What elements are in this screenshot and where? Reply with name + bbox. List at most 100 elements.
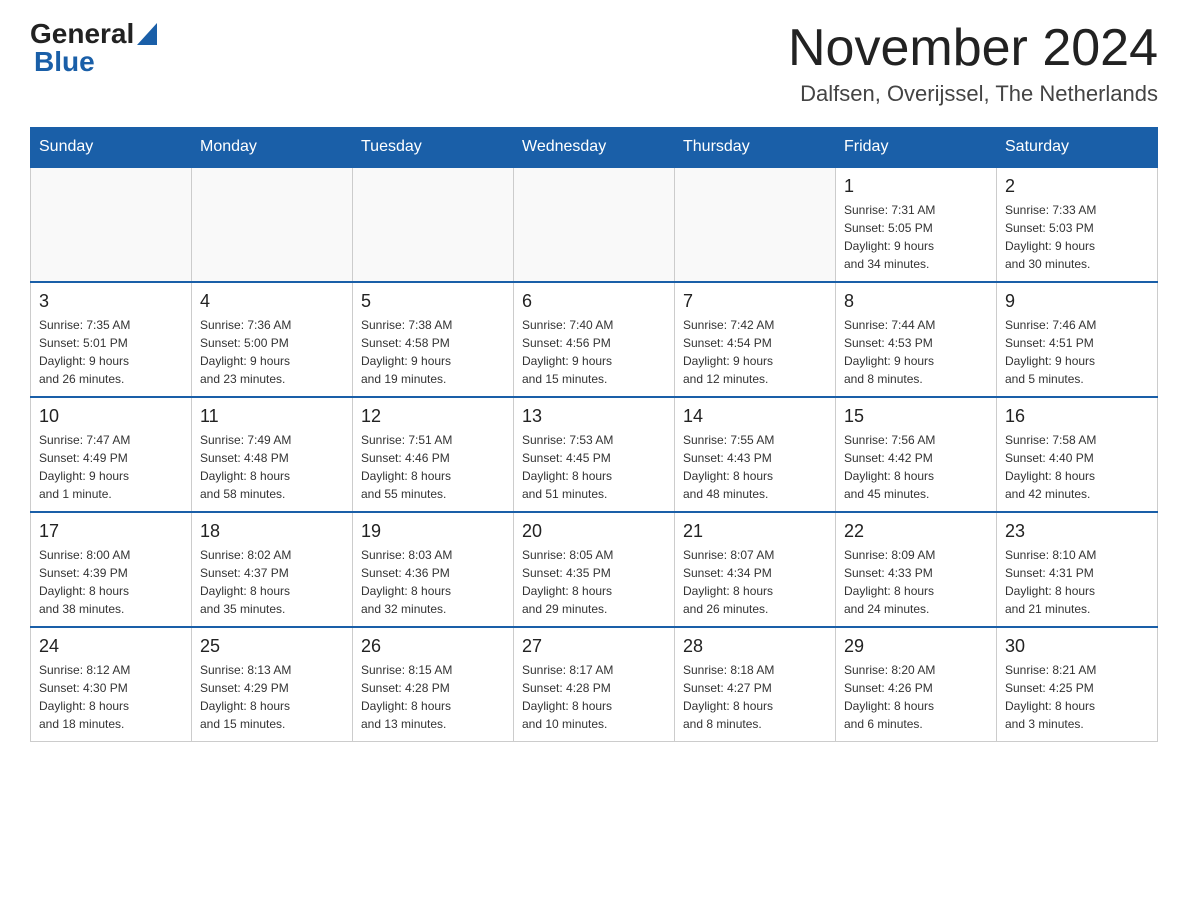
day-info: Sunrise: 7:31 AMSunset: 5:05 PMDaylight:… <box>844 201 988 273</box>
day-number: 21 <box>683 521 827 542</box>
calendar-day-header: Sunday <box>31 128 192 168</box>
day-info: Sunrise: 8:03 AMSunset: 4:36 PMDaylight:… <box>361 546 505 618</box>
day-info: Sunrise: 7:38 AMSunset: 4:58 PMDaylight:… <box>361 316 505 388</box>
calendar-cell: 17 Sunrise: 8:00 AMSunset: 4:39 PMDayligh… <box>31 512 192 627</box>
calendar-cell: 15 Sunrise: 7:56 AMSunset: 4:42 PMDayligh… <box>836 397 997 512</box>
day-info: Sunrise: 7:58 AMSunset: 4:40 PMDaylight:… <box>1005 431 1149 503</box>
calendar-cell: 27 Sunrise: 8:17 AMSunset: 4:28 PMDayligh… <box>514 627 675 742</box>
week-row: 3 Sunrise: 7:35 AMSunset: 5:01 PMDaylight… <box>31 282 1158 397</box>
day-number: 19 <box>361 521 505 542</box>
week-row: 17 Sunrise: 8:00 AMSunset: 4:39 PMDayligh… <box>31 512 1158 627</box>
calendar-cell: 7Sunrise: 7:42 AMSunset: 4:54 PMDaylight… <box>675 282 836 397</box>
day-number: 7 <box>683 291 827 312</box>
calendar-cell: 25 Sunrise: 8:13 AMSunset: 4:29 PMDayligh… <box>192 627 353 742</box>
day-number: 12 <box>361 406 505 427</box>
day-number: 27 <box>522 636 666 657</box>
day-number: 25 <box>200 636 344 657</box>
day-info: Sunrise: 7:49 AMSunset: 4:48 PMDaylight:… <box>200 431 344 503</box>
week-row: 10 Sunrise: 7:47 AMSunset: 4:49 PMDayligh… <box>31 397 1158 512</box>
day-number: 29 <box>844 636 988 657</box>
day-number: 5 <box>361 291 505 312</box>
calendar-cell: 22Sunrise: 8:09 AMSunset: 4:33 PMDayligh… <box>836 512 997 627</box>
calendar-cell: 10 Sunrise: 7:47 AMSunset: 4:49 PMDayligh… <box>31 397 192 512</box>
day-number: 10 <box>39 406 183 427</box>
day-info: Sunrise: 8:12 AMSunset: 4:30 PMDaylight:… <box>39 661 183 733</box>
day-info: Sunrise: 7:36 AMSunset: 5:00 PMDaylight:… <box>200 316 344 388</box>
day-info: Sunrise: 8:13 AMSunset: 4:29 PMDaylight:… <box>200 661 344 733</box>
day-info: Sunrise: 8:02 AMSunset: 4:37 PMDaylight:… <box>200 546 344 618</box>
day-info: Sunrise: 8:21 AMSunset: 4:25 PMDaylight:… <box>1005 661 1149 733</box>
day-info: Sunrise: 7:51 AMSunset: 4:46 PMDaylight:… <box>361 431 505 503</box>
calendar-cell: 14 Sunrise: 7:55 AMSunset: 4:43 PMDayligh… <box>675 397 836 512</box>
calendar-cell: 11 Sunrise: 7:49 AMSunset: 4:48 PMDayligh… <box>192 397 353 512</box>
calendar-day-header: Friday <box>836 128 997 168</box>
day-info: Sunrise: 7:47 AMSunset: 4:49 PMDaylight:… <box>39 431 183 503</box>
day-number: 1 <box>844 176 988 197</box>
calendar-header-row: SundayMondayTuesdayWednesdayThursdayFrid… <box>31 128 1158 168</box>
day-number: 3 <box>39 291 183 312</box>
day-number: 11 <box>200 406 344 427</box>
day-info: Sunrise: 8:07 AMSunset: 4:34 PMDaylight:… <box>683 546 827 618</box>
week-row: 1 Sunrise: 7:31 AMSunset: 5:05 PMDaylight… <box>31 167 1158 282</box>
calendar-cell: 12 Sunrise: 7:51 AMSunset: 4:46 PMDayligh… <box>353 397 514 512</box>
day-info: Sunrise: 8:00 AMSunset: 4:39 PMDaylight:… <box>39 546 183 618</box>
calendar-cell: 4 Sunrise: 7:36 AMSunset: 5:00 PMDaylight… <box>192 282 353 397</box>
day-info: Sunrise: 7:46 AMSunset: 4:51 PMDaylight:… <box>1005 316 1149 388</box>
day-info: Sunrise: 7:55 AMSunset: 4:43 PMDaylight:… <box>683 431 827 503</box>
calendar-cell: 30 Sunrise: 8:21 AMSunset: 4:25 PMDayligh… <box>997 627 1158 742</box>
calendar-cell: 3 Sunrise: 7:35 AMSunset: 5:01 PMDaylight… <box>31 282 192 397</box>
logo-general-text: General <box>30 20 134 48</box>
calendar-cell: 9 Sunrise: 7:46 AMSunset: 4:51 PMDaylight… <box>997 282 1158 397</box>
day-info: Sunrise: 7:56 AMSunset: 4:42 PMDaylight:… <box>844 431 988 503</box>
day-info: Sunrise: 8:20 AMSunset: 4:26 PMDaylight:… <box>844 661 988 733</box>
day-number: 14 <box>683 406 827 427</box>
day-info: Sunrise: 7:53 AMSunset: 4:45 PMDaylight:… <box>522 431 666 503</box>
calendar-cell: 18 Sunrise: 8:02 AMSunset: 4:37 PMDayligh… <box>192 512 353 627</box>
day-number: 18 <box>200 521 344 542</box>
calendar-cell: 16 Sunrise: 7:58 AMSunset: 4:40 PMDayligh… <box>997 397 1158 512</box>
calendar-cell: 1 Sunrise: 7:31 AMSunset: 5:05 PMDaylight… <box>836 167 997 282</box>
day-info: Sunrise: 8:15 AMSunset: 4:28 PMDaylight:… <box>361 661 505 733</box>
calendar-day-header: Monday <box>192 128 353 168</box>
calendar-cell: 26Sunrise: 8:15 AMSunset: 4:28 PMDayligh… <box>353 627 514 742</box>
day-number: 20 <box>522 521 666 542</box>
day-info: Sunrise: 8:17 AMSunset: 4:28 PMDaylight:… <box>522 661 666 733</box>
day-number: 8 <box>844 291 988 312</box>
day-number: 30 <box>1005 636 1149 657</box>
logo-triangle-icon <box>137 23 157 45</box>
calendar-day-header: Thursday <box>675 128 836 168</box>
day-number: 9 <box>1005 291 1149 312</box>
day-info: Sunrise: 7:35 AMSunset: 5:01 PMDaylight:… <box>39 316 183 388</box>
calendar-cell: 6 Sunrise: 7:40 AMSunset: 4:56 PMDaylight… <box>514 282 675 397</box>
day-info: Sunrise: 8:10 AMSunset: 4:31 PMDaylight:… <box>1005 546 1149 618</box>
calendar-cell: 20 Sunrise: 8:05 AMSunset: 4:35 PMDayligh… <box>514 512 675 627</box>
title-block: November 2024 Dalfsen, Overijssel, The N… <box>788 20 1158 107</box>
calendar-day-header: Tuesday <box>353 128 514 168</box>
day-number: 13 <box>522 406 666 427</box>
calendar-table: SundayMondayTuesdayWednesdayThursdayFrid… <box>30 127 1158 742</box>
calendar-cell <box>514 167 675 282</box>
logo-blue-text: Blue <box>34 48 157 76</box>
calendar-cell <box>675 167 836 282</box>
day-info: Sunrise: 7:40 AMSunset: 4:56 PMDaylight:… <box>522 316 666 388</box>
day-info: Sunrise: 7:44 AMSunset: 4:53 PMDaylight:… <box>844 316 988 388</box>
calendar-cell <box>31 167 192 282</box>
day-number: 17 <box>39 521 183 542</box>
day-number: 28 <box>683 636 827 657</box>
calendar-day-header: Saturday <box>997 128 1158 168</box>
location-title: Dalfsen, Overijssel, The Netherlands <box>788 81 1158 107</box>
calendar-day-header: Wednesday <box>514 128 675 168</box>
day-info: Sunrise: 8:05 AMSunset: 4:35 PMDaylight:… <box>522 546 666 618</box>
day-number: 4 <box>200 291 344 312</box>
calendar-cell: 28Sunrise: 8:18 AMSunset: 4:27 PMDayligh… <box>675 627 836 742</box>
week-row: 24Sunrise: 8:12 AMSunset: 4:30 PMDayligh… <box>31 627 1158 742</box>
day-number: 15 <box>844 406 988 427</box>
day-number: 6 <box>522 291 666 312</box>
logo: General Blue <box>30 20 157 76</box>
day-info: Sunrise: 8:09 AMSunset: 4:33 PMDaylight:… <box>844 546 988 618</box>
calendar-cell: 8 Sunrise: 7:44 AMSunset: 4:53 PMDaylight… <box>836 282 997 397</box>
calendar-cell: 2Sunrise: 7:33 AMSunset: 5:03 PMDaylight… <box>997 167 1158 282</box>
calendar-cell: 19 Sunrise: 8:03 AMSunset: 4:36 PMDayligh… <box>353 512 514 627</box>
calendar-cell: 23Sunrise: 8:10 AMSunset: 4:31 PMDayligh… <box>997 512 1158 627</box>
day-number: 16 <box>1005 406 1149 427</box>
